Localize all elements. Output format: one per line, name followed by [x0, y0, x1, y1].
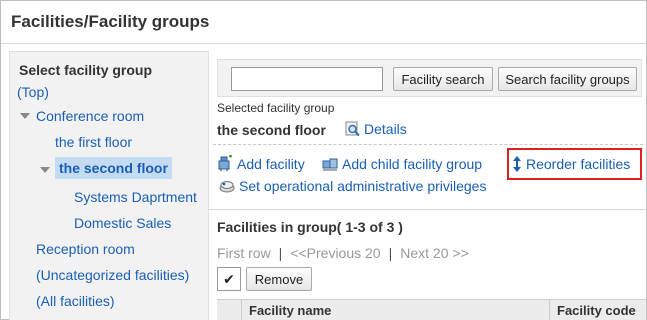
- set-privileges-label: Set operational administrative privilege…: [239, 178, 487, 194]
- facility-group-tree: Select facility group (Top) Conference r…: [9, 51, 209, 320]
- search-input[interactable]: [231, 67, 383, 91]
- search-facility-groups-button[interactable]: Search facility groups: [498, 67, 637, 91]
- expand-arrow-icon[interactable]: [20, 113, 30, 119]
- tree-item-reception-room[interactable]: Reception room: [36, 241, 135, 257]
- tree-item-systems-department[interactable]: Systems Daprtment: [74, 189, 197, 205]
- add-child-group-label: Add child facility group: [342, 155, 483, 172]
- page-title: Facilities/Facility groups: [11, 12, 210, 31]
- add-group-icon: [322, 155, 339, 172]
- group-detail-panel: Facility search Search facility groups S…: [209, 51, 646, 320]
- pager: First row | <<Previous 20 | Next 20 >>: [217, 245, 469, 261]
- privileges-icon: [219, 179, 236, 193]
- remove-button[interactable]: Remove: [246, 267, 312, 291]
- first-row-link[interactable]: First row: [217, 245, 271, 261]
- tree-item-first-floor[interactable]: the first floor: [55, 134, 132, 150]
- section-divider: [209, 209, 646, 210]
- selected-group-name: the second floor: [217, 122, 326, 138]
- tree-item-second-floor[interactable]: the second floor: [55, 157, 172, 179]
- set-privileges-link[interactable]: Set operational administrative privilege…: [219, 178, 486, 194]
- tree-heading: Select facility group: [19, 62, 153, 78]
- pager-separator: |: [388, 245, 393, 261]
- pager-separator: |: [278, 245, 283, 261]
- details-label: Details: [364, 121, 407, 137]
- facility-table-header: Facility name Facility code: [217, 299, 646, 320]
- tree-item-domestic-sales[interactable]: Domestic Sales: [74, 215, 171, 231]
- search-bar: Facility search Search facility groups: [217, 59, 642, 97]
- column-divider: [549, 300, 550, 320]
- selected-group-label: Selected facility group: [217, 101, 335, 115]
- divider: [213, 144, 643, 145]
- expand-arrow-icon[interactable]: [40, 167, 50, 173]
- tree-item-top[interactable]: (Top): [17, 84, 49, 100]
- reorder-label: Reorder facilities: [526, 156, 631, 172]
- next-page-link[interactable]: Next 20 >>: [400, 245, 469, 261]
- reorder-facilities-link[interactable]: Reorder facilities: [511, 155, 630, 173]
- add-child-group-link[interactable]: Add child facility group: [322, 155, 482, 172]
- facility-search-button[interactable]: Facility search: [393, 67, 493, 91]
- column-facility-code[interactable]: Facility code: [557, 303, 636, 318]
- add-facility-link[interactable]: Add facility: [217, 155, 305, 172]
- tree-item-conference-room[interactable]: Conference room: [36, 108, 144, 124]
- add-facility-icon: [217, 155, 234, 172]
- tree-item-all-facilities[interactable]: (All facilities): [36, 293, 115, 309]
- details-link[interactable]: Details: [345, 121, 407, 137]
- facilities-heading: Facilities in group( 1-3 of 3 ): [217, 219, 403, 235]
- title-divider: [1, 43, 646, 44]
- previous-page-link[interactable]: <<Previous 20: [290, 245, 380, 261]
- up-down-arrow-icon: [511, 155, 523, 173]
- column-facility-name[interactable]: Facility name: [249, 303, 331, 318]
- window-frame: Facilities/Facility groups Select facili…: [0, 0, 647, 320]
- magnifier-icon: [345, 121, 361, 137]
- select-all-checkbox[interactable]: ✔: [217, 267, 241, 291]
- column-divider: [241, 300, 242, 320]
- add-facility-label: Add facility: [237, 155, 305, 172]
- tree-item-uncategorized[interactable]: (Uncategorized facilities): [36, 267, 189, 283]
